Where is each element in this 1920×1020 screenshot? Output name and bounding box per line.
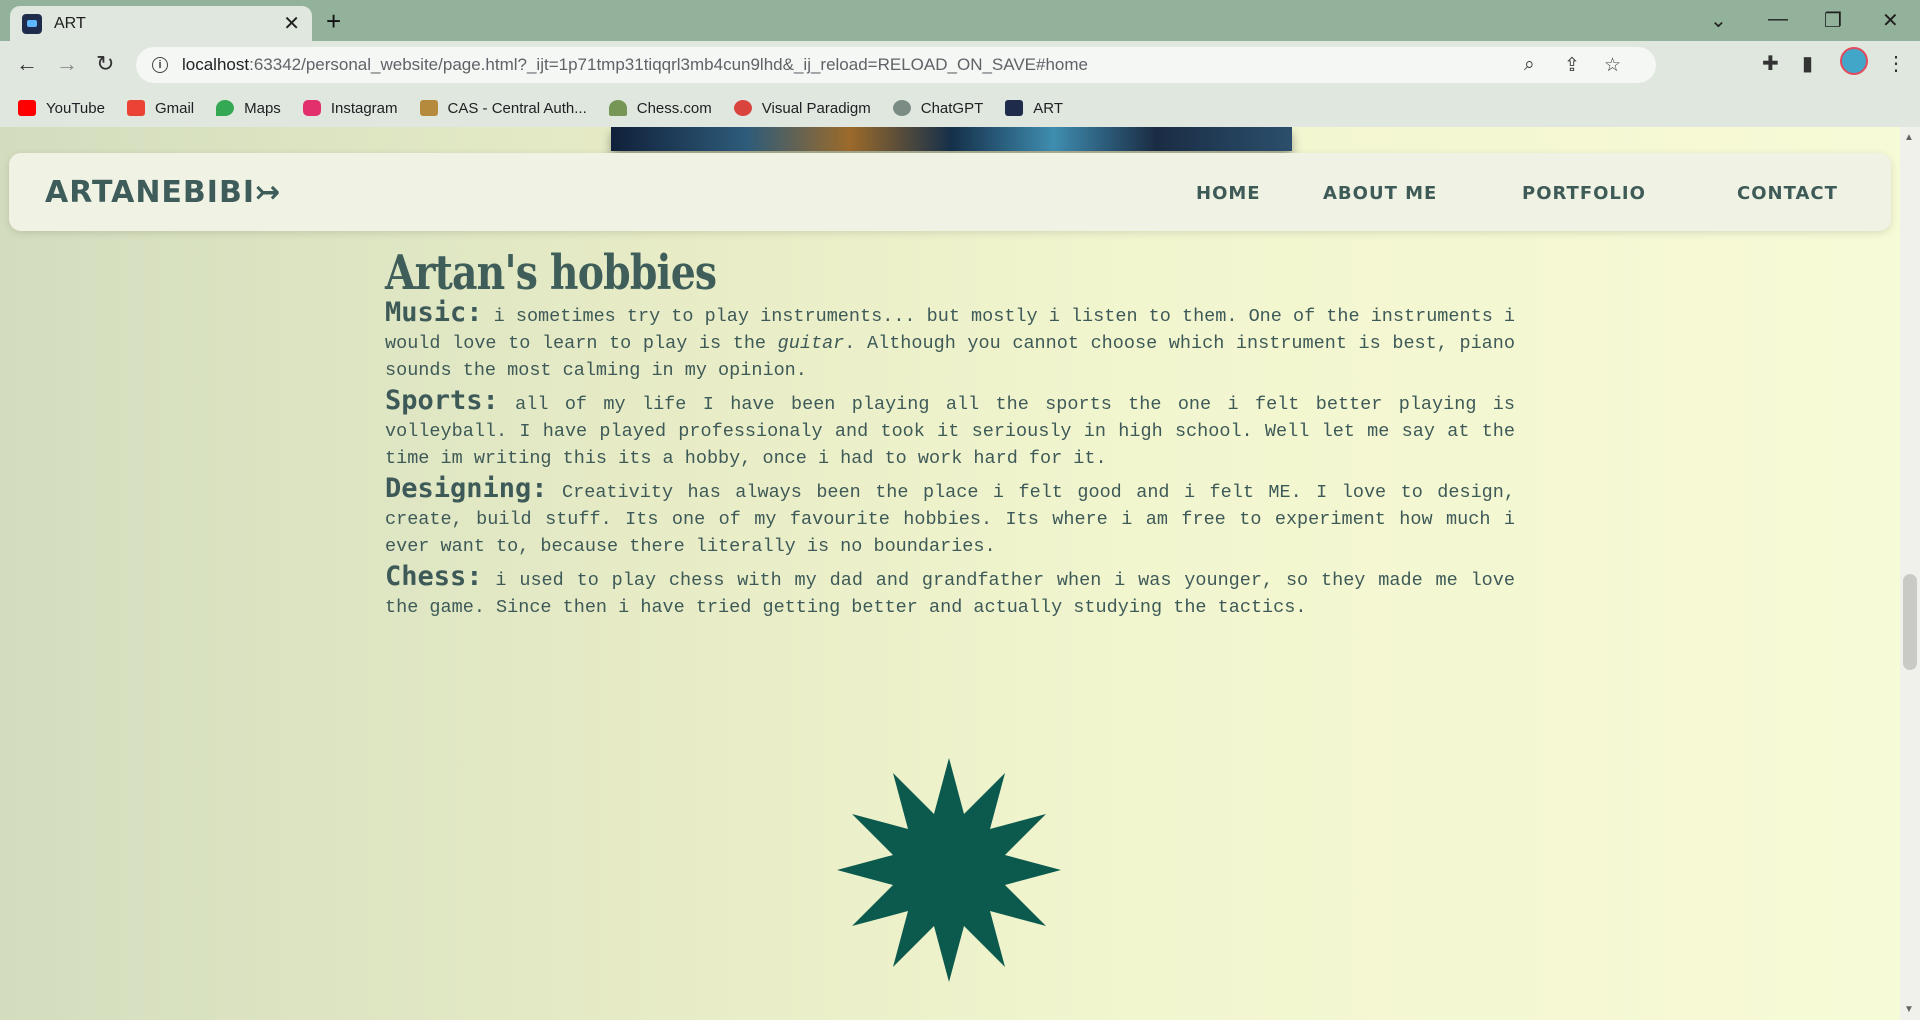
share-icon[interactable]: ⇪ xyxy=(1564,54,1580,77)
bookmarks-bar: YouTube Gmail Maps Instagram CAS - Centr… xyxy=(0,89,1920,127)
bookmark-youtube[interactable]: YouTube xyxy=(18,100,105,117)
forward-arrow-icon[interactable]: → xyxy=(56,51,78,77)
tab-close-icon[interactable]: ✕ xyxy=(283,14,300,34)
page-viewport: ARTANEBIBI↣ HOME ABOUT ME PORTFOLIO CONT… xyxy=(0,127,1900,1020)
site-info-icon[interactable]: i xyxy=(152,57,168,73)
bookmark-gmail[interactable]: Gmail xyxy=(126,100,194,117)
chess-pawn-icon xyxy=(608,100,627,116)
visual-paradigm-icon xyxy=(733,100,752,116)
scroll-down-icon[interactable]: ▼ xyxy=(1904,1004,1914,1015)
new-tab-button[interactable]: + xyxy=(326,6,341,37)
hobby-label-chess: Chess: xyxy=(385,561,483,592)
address-bar[interactable]: i localhost:63342/personal_website/page.… xyxy=(136,47,1656,83)
browser-tab-active[interactable]: ART ✕ xyxy=(10,6,312,41)
gmail-icon xyxy=(126,100,145,116)
nav-home[interactable]: HOME xyxy=(1196,183,1261,204)
chatgpt-icon xyxy=(892,100,911,116)
bookmark-cas[interactable]: CAS - Central Auth... xyxy=(419,100,587,117)
profile-avatar[interactable] xyxy=(1840,47,1868,75)
hobby-label-music: Music: xyxy=(385,297,483,328)
youtube-icon xyxy=(18,100,36,116)
maps-pin-icon xyxy=(216,100,235,116)
extensions-puzzle-icon[interactable]: ✚ xyxy=(1762,51,1779,76)
hobby-label-sports: Sports: xyxy=(385,385,499,416)
bookmark-instagram[interactable]: Instagram xyxy=(302,100,398,117)
hobby-designing: Designing: Creativity has always been th… xyxy=(385,473,1515,557)
url-text[interactable]: localhost:63342/personal_website/page.ht… xyxy=(182,55,1088,75)
bookmark-maps[interactable]: Maps xyxy=(216,100,281,117)
zoom-icon[interactable]: ⌕ xyxy=(1524,54,1535,76)
browser-toolbar: ← → ↻ i localhost:63342/personal_website… xyxy=(0,41,1920,89)
starburst-icon xyxy=(837,758,1061,982)
scrollbar-thumb[interactable] xyxy=(1903,574,1917,670)
bookmark-chatgpt[interactable]: ChatGPT xyxy=(892,100,983,117)
art-favicon-icon xyxy=(22,13,42,34)
site-logo[interactable]: ARTANEBIBI↣ xyxy=(45,175,281,210)
close-window-icon[interactable]: ✕ xyxy=(1882,8,1899,33)
browser-tab-bar: ART ✕ + ⌄ — ❐ ✕ xyxy=(0,0,1920,41)
bookmark-visual-paradigm[interactable]: Visual Paradigm xyxy=(733,100,871,117)
reload-icon[interactable]: ↻ xyxy=(96,51,114,77)
nav-about-me[interactable]: ABOUT ME xyxy=(1323,183,1437,204)
nav-portfolio[interactable]: PORTFOLIO xyxy=(1522,183,1646,204)
site-header: ARTANEBIBI↣ HOME ABOUT ME PORTFOLIO CONT… xyxy=(9,153,1891,231)
tab-title: ART xyxy=(54,14,86,32)
minimize-window-icon[interactable]: — xyxy=(1768,8,1788,31)
hobby-chess: Chess: i used to play chess with my dad … xyxy=(385,561,1515,618)
hobby-label-designing: Designing: xyxy=(385,473,548,504)
bookmark-chess[interactable]: Chess.com xyxy=(608,100,712,117)
scroll-up-icon[interactable]: ▲ xyxy=(1904,132,1914,143)
art-favicon-icon xyxy=(1005,100,1024,116)
side-panel-icon[interactable]: ▮ xyxy=(1802,51,1813,76)
tab-search-chevron-icon[interactable]: ⌄ xyxy=(1710,8,1727,33)
bookmark-art[interactable]: ART xyxy=(1005,100,1063,117)
back-arrow-icon[interactable]: ← xyxy=(16,51,38,77)
hobby-sports: Sports: all of my life I have been playi… xyxy=(385,385,1515,469)
nav-contact[interactable]: CONTACT xyxy=(1737,183,1838,204)
restore-window-icon[interactable]: ❐ xyxy=(1824,8,1842,33)
hobbies-section: Artan's hobbies Music: i sometimes try t… xyxy=(385,247,1515,621)
hobby-music: Music: i sometimes try to play instrumen… xyxy=(385,297,1516,381)
bookmark-star-icon[interactable]: ☆ xyxy=(1604,54,1621,77)
instagram-icon xyxy=(302,100,321,116)
menu-kebab-icon[interactable]: ⋮ xyxy=(1886,51,1906,76)
cas-icon xyxy=(419,100,438,116)
guitar-emphasis: guitar xyxy=(777,333,845,354)
hero-image xyxy=(611,127,1292,151)
hobbies-title: Artan's hobbies xyxy=(385,245,717,301)
